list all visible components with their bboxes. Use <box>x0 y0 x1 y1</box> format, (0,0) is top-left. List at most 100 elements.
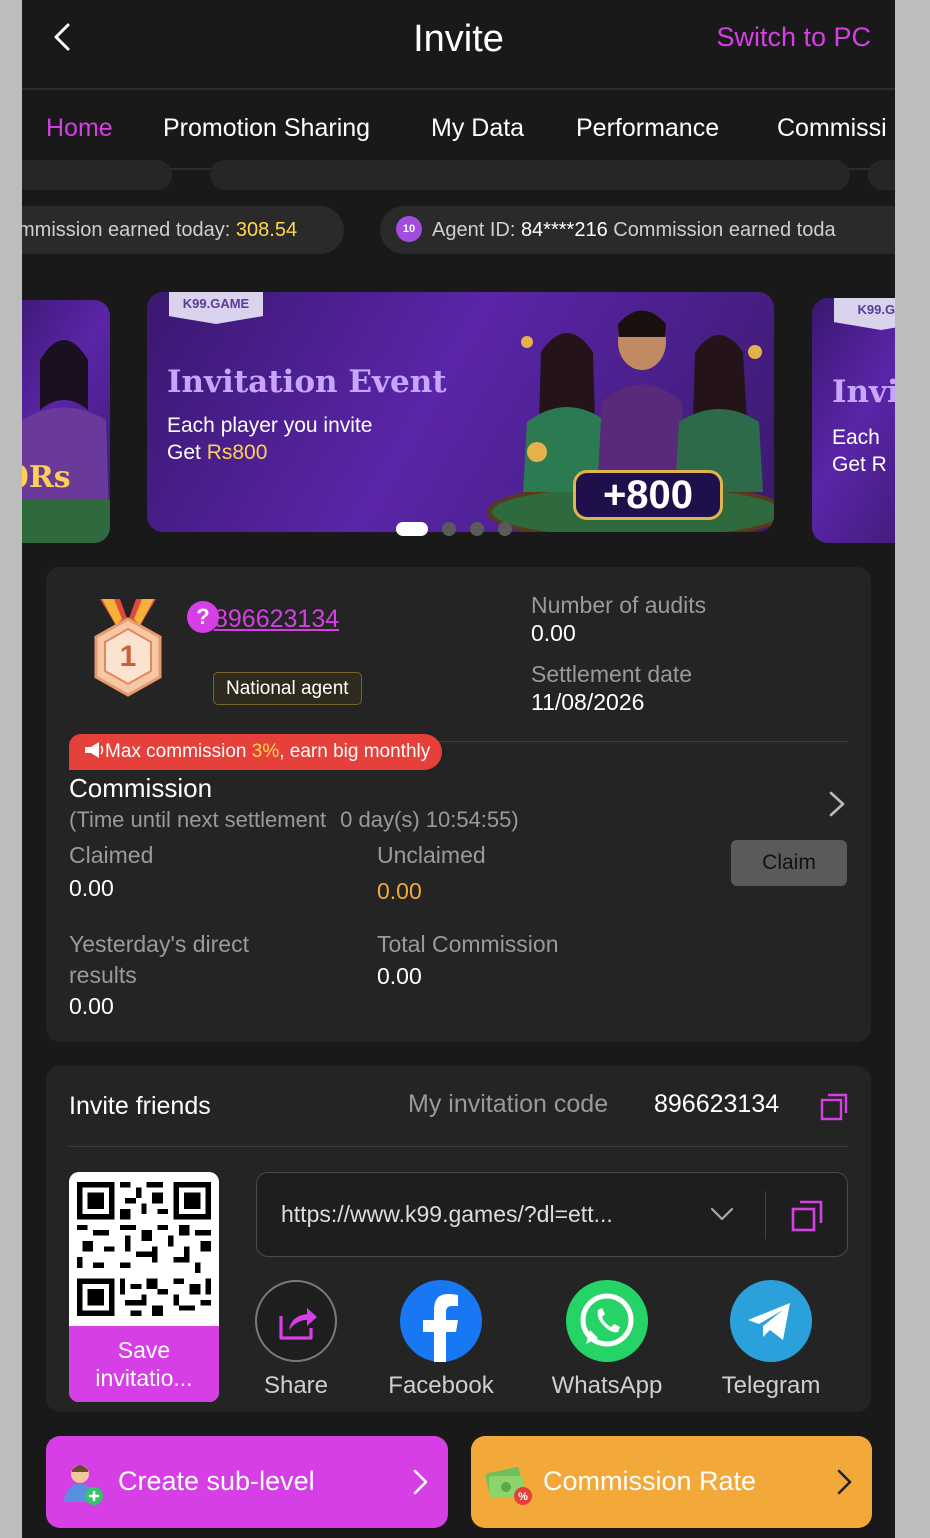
invite-friends-title: Invite friends <box>69 1092 211 1120</box>
share-option-share[interactable]: Share <box>236 1280 356 1400</box>
tab-home[interactable]: Home <box>46 114 113 143</box>
promo-text: Max commission <box>105 741 252 762</box>
banner-slide-prev[interactable]: 0Rs <box>22 300 110 543</box>
commission-title: Commission <box>69 773 213 803</box>
chevron-right-icon[interactable] <box>825 789 849 819</box>
switch-to-pc-link[interactable]: Switch to PC <box>716 22 871 53</box>
tab-commission[interactable]: Commissi <box>777 114 887 143</box>
create-sub-level-button[interactable]: Create sub-level <box>46 1436 448 1528</box>
save-invitation-button[interactable]: Save invitatio... <box>69 1326 219 1402</box>
tab-my-data[interactable]: My Data <box>431 114 524 143</box>
total-commission-label: Total Commission <box>377 931 559 957</box>
claimed-label: Claimed <box>69 842 154 868</box>
ticker-agent-id: 84****216 <box>520 219 608 241</box>
audits-label: Number of audits <box>531 592 707 618</box>
agent-id-link[interactable]: 896623134 <box>214 605 339 634</box>
carousel-dot[interactable] <box>470 521 484 536</box>
rank-medal-icon: 1 <box>94 599 162 697</box>
divider <box>69 1146 849 1147</box>
telegram-label: Telegram <box>721 1372 821 1399</box>
right-edge <box>895 0 930 1538</box>
share-option-whatsapp[interactable]: WhatsApp <box>547 1280 667 1400</box>
total-commission-value: 0.00 <box>377 963 422 989</box>
tab-promotion-sharing[interactable]: Promotion Sharing <box>163 114 370 143</box>
unclaimed-label: Unclaimed <box>377 842 486 868</box>
agent-level-badge-icon: 10 <box>396 215 422 242</box>
invite-friends-card: Invite friends My invitation code 896623… <box>46 1066 871 1412</box>
header: Invite Switch to PC <box>22 0 895 90</box>
ticker-ghost-mid <box>210 160 850 190</box>
promo-banner: Max commission 3%, earn big monthly <box>69 734 443 770</box>
banner-people-image <box>521 310 763 492</box>
banner-line-1: Each player you invite <box>167 414 373 437</box>
whatsapp-label: WhatsApp <box>551 1372 663 1399</box>
create-sub-level-label: Create sub-level <box>118 1466 315 1496</box>
copy-code-icon[interactable] <box>820 1093 848 1121</box>
ticker-label: Commission earned toda <box>607 219 836 241</box>
banner-title: Invi <box>832 374 895 410</box>
yesterday-label-line-1: Yesterday's direct <box>69 931 249 957</box>
banner-line-1: Each <box>832 426 880 449</box>
claim-button[interactable]: Claim <box>731 840 847 886</box>
banner-people-image <box>22 340 110 543</box>
yesterday-results-value: 0.00 <box>69 993 114 1019</box>
carousel-dot-active[interactable] <box>396 521 428 536</box>
invitation-code-label: My invitation code <box>408 1090 609 1118</box>
commission-rate-label: Commission Rate <box>543 1466 757 1496</box>
countdown-label: (Time until next settlement <box>69 807 327 832</box>
promo-text: , earn big monthly <box>279 741 431 762</box>
left-edge <box>0 0 22 1538</box>
settlement-countdown: (Time until next settlement 0 day(s) 10:5… <box>69 807 519 833</box>
chevron-right-icon <box>837 1469 852 1495</box>
qr-code-card[interactable]: Save invitatio... <box>69 1172 219 1402</box>
app-frame: Invite Switch to PC Home Promotion Shari… <box>22 0 895 1538</box>
invite-link-field[interactable]: https://www.k99.games/?dl=ett... <box>256 1172 848 1257</box>
ticker-label: Agent ID: <box>432 219 521 241</box>
ticker-ghost-right <box>868 160 895 190</box>
copy-link-icon[interactable] <box>791 1200 823 1232</box>
qr-code-image <box>77 1182 211 1316</box>
brand-tag: K99.GA <box>834 298 895 330</box>
share-option-facebook[interactable]: Facebook <box>381 1280 501 1400</box>
banner-slide-next[interactable]: K99.GA Invi Each Get R <box>812 298 895 543</box>
tab-performance[interactable]: Performance <box>576 114 719 143</box>
carousel-dot[interactable] <box>498 521 512 536</box>
brand-tag: K99.GAME <box>169 292 263 324</box>
ticker-label: mmission earned today: <box>22 219 236 241</box>
banner-title: Invitation Event <box>167 364 447 400</box>
chevron-down-icon[interactable] <box>709 1205 735 1223</box>
bonus-badge: +800 <box>573 470 723 520</box>
facebook-icon <box>400 1280 482 1362</box>
agent-commission-card: 1 ? 896623134 National agent Number of a… <box>46 567 871 1042</box>
commission-rate-button[interactable]: % Commission Rate <box>471 1436 872 1528</box>
svg-text:%: % <box>518 1491 528 1503</box>
banner-prev-amount: 0Rs <box>22 460 71 495</box>
ticker-item: mmission earned today: 308.54 <box>22 206 344 254</box>
banner-line-2: Get R <box>832 453 887 476</box>
claimed-value: 0.00 <box>69 875 114 901</box>
megaphone-icon <box>85 742 104 758</box>
carousel-dot[interactable] <box>442 521 456 536</box>
share-icon <box>255 1280 337 1362</box>
invite-link-text: https://www.k99.games/?dl=ett... <box>281 1201 613 1227</box>
money-percent-icon: % <box>485 1467 532 1505</box>
ticker-value: 308.54 <box>235 219 298 241</box>
audits-value: 0.00 <box>531 620 576 646</box>
save-line-2: invitatio... <box>95 1365 193 1391</box>
banner-slide-active[interactable]: K99.GAME Invitation Event Each player yo… <box>147 292 774 532</box>
banner-subtitle: Each Get R <box>832 424 887 478</box>
facebook-label: Facebook <box>388 1372 494 1399</box>
share-option-telegram[interactable]: Telegram <box>711 1280 831 1400</box>
add-user-icon <box>64 1465 103 1505</box>
agent-level-badge: National agent <box>213 672 362 705</box>
ticker-item: 10 Agent ID: 84****216 Commission earned … <box>380 206 895 254</box>
banner-subtitle: Each player you invite Get Rs800 <box>167 412 372 466</box>
rank-number: 1 <box>120 640 137 673</box>
promo-percentage: 3% <box>251 741 280 762</box>
settlement-date-label: Settlement date <box>531 661 693 687</box>
invitation-code-value: 896623134 <box>654 1090 780 1118</box>
save-line-1: Save <box>117 1337 171 1363</box>
countdown-value: 0 day(s) 10:54:55) <box>340 807 519 832</box>
banner-reward-amount: Rs800 <box>206 441 268 464</box>
telegram-icon <box>730 1280 812 1362</box>
